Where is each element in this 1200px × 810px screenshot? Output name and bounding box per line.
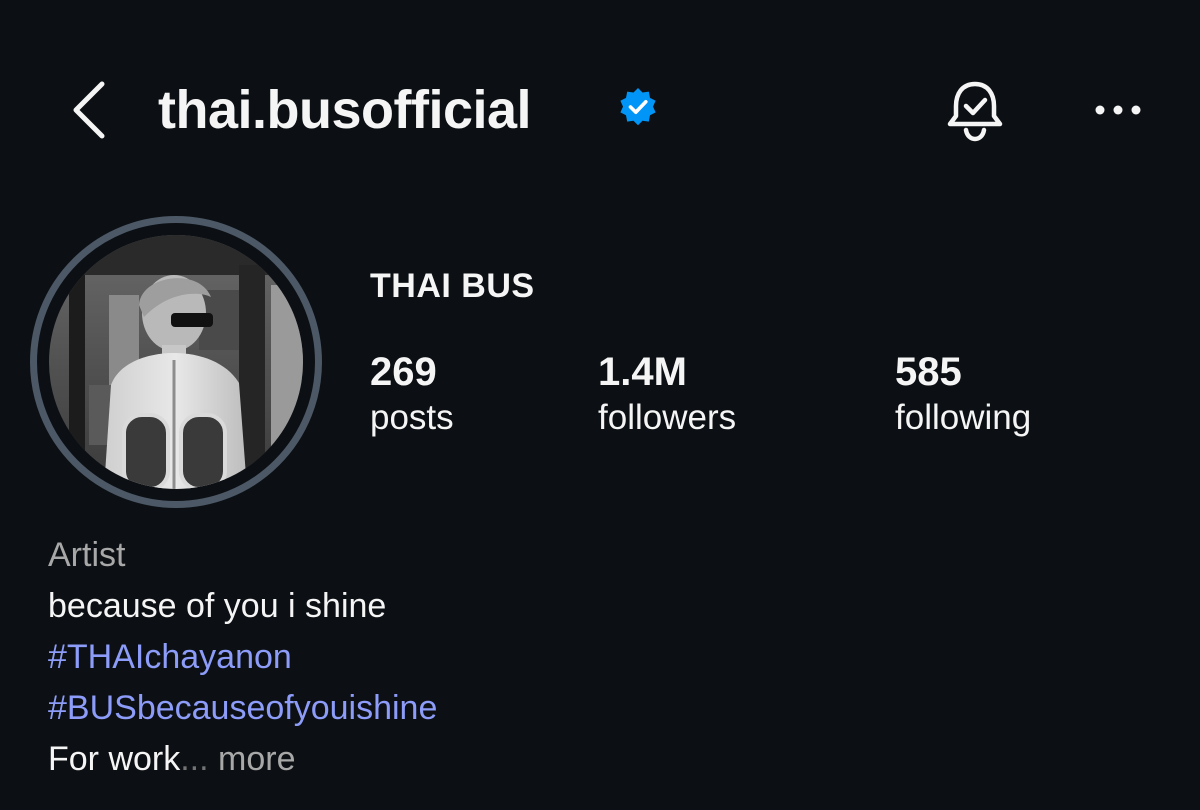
more-options-button[interactable]	[1088, 90, 1148, 130]
followers-count: 1.4M	[598, 350, 687, 394]
followers-count-button[interactable]: 1.4M followers	[598, 348, 736, 440]
posts-count: 269	[370, 350, 437, 394]
followers-label: followers	[598, 398, 737, 437]
bio-text-line: because of you i shine	[48, 587, 387, 625]
profile-photo	[49, 235, 303, 489]
profile-username: thai.busofficial	[158, 80, 532, 140]
following-count-button[interactable]: 585 following	[895, 348, 1031, 440]
following-label: following	[895, 398, 1032, 437]
profile-category: Artist	[48, 536, 126, 574]
verified-badge-icon	[620, 88, 656, 126]
bio-truncated-line: For work... more	[48, 734, 437, 785]
back-button[interactable]	[58, 78, 118, 142]
chevron-left-icon	[73, 81, 105, 139]
posts-count-button[interactable]: 269 posts	[370, 348, 454, 440]
bio-text-line: For work	[48, 740, 181, 778]
avatar[interactable]	[49, 235, 303, 489]
following-count: 585	[895, 350, 962, 394]
profile-display-name: THAI BUS	[370, 267, 535, 305]
more-button[interactable]: more	[209, 740, 295, 778]
notifications-button[interactable]	[940, 76, 1010, 146]
top-navigation-bar: thai.busofficial	[0, 0, 1200, 220]
profile-bio: Artist because of you i shine #THAIchaya…	[48, 530, 437, 785]
notification-bell-check-icon	[947, 81, 1003, 142]
ellipsis: ...	[180, 740, 209, 778]
hashtag-link[interactable]: #THAIchayanon	[48, 632, 437, 683]
posts-label: posts	[370, 398, 454, 437]
more-horizontal-icon	[1095, 105, 1141, 115]
hashtag-link[interactable]: #BUSbecauseofyouishine	[48, 683, 437, 734]
